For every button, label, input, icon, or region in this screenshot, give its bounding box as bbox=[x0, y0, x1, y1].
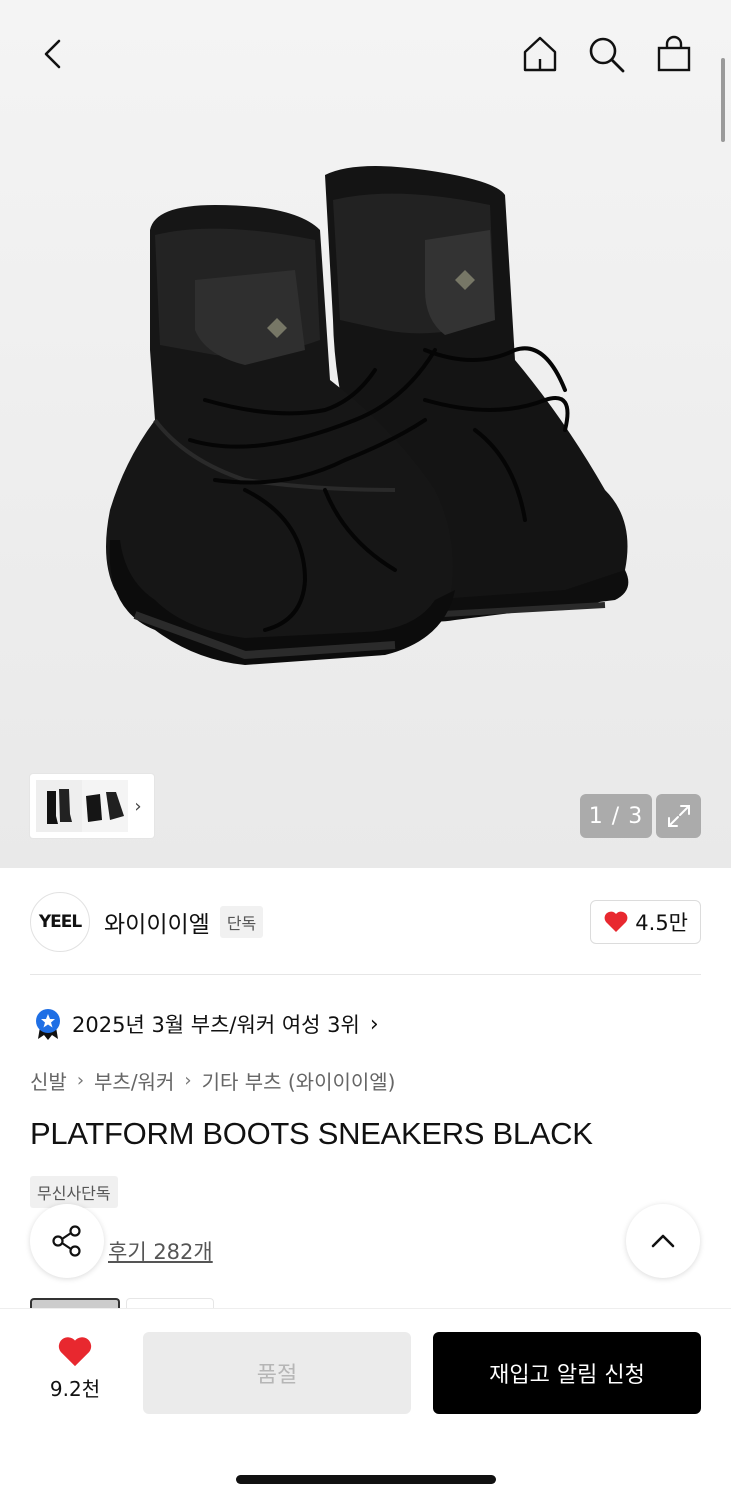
home-icon bbox=[523, 36, 557, 72]
heart-icon bbox=[604, 911, 628, 932]
like-count: 9.2천 bbox=[49, 1377, 101, 1401]
search-button[interactable] bbox=[582, 30, 630, 78]
breadcrumb-separator-icon: › bbox=[184, 1070, 192, 1091]
page-indicator: 1 / 3 bbox=[580, 794, 652, 838]
shopping-bag-icon bbox=[657, 35, 691, 72]
brand-like-button[interactable]: 4.5만 bbox=[590, 900, 701, 944]
breadcrumb: 신발 › 부츠/워커 › 기타 부츠 (와이이이엘) bbox=[30, 1066, 395, 1095]
thumbnail-1[interactable] bbox=[36, 780, 82, 832]
bottom-action-bar: 9.2천 품절 재입고 알림 신청 bbox=[0, 1308, 731, 1500]
ranking-badge-icon bbox=[36, 1009, 60, 1040]
share-button[interactable] bbox=[30, 1204, 104, 1278]
reviews-link[interactable]: 후기 282개 bbox=[108, 1236, 213, 1266]
restock-alert-button[interactable]: 재입고 알림 신청 bbox=[433, 1332, 701, 1414]
ranking-link[interactable]: 2025년 3월 부츠/워커 여성 3위 › bbox=[34, 1006, 379, 1042]
breadcrumb-separator-icon: › bbox=[76, 1070, 85, 1091]
back-button[interactable] bbox=[30, 30, 78, 78]
expand-button[interactable] bbox=[656, 794, 701, 838]
scroll-top-button[interactable] bbox=[626, 1204, 700, 1278]
thumbnail-2[interactable] bbox=[82, 780, 128, 832]
thumbnail-next-icon[interactable]: › bbox=[128, 796, 148, 817]
soldout-button: 품절 bbox=[143, 1332, 411, 1414]
brand-row[interactable]: YEEL 와이이이엘 단독 4.5만 bbox=[30, 892, 701, 952]
like-button[interactable]: 9.2천 bbox=[30, 1335, 120, 1402]
divider bbox=[30, 974, 701, 975]
exclusive-badge: 무신사단독 bbox=[30, 1176, 118, 1208]
thumbnail-strip[interactable]: › bbox=[30, 774, 154, 838]
heart-icon bbox=[58, 1337, 92, 1367]
brand-name[interactable]: 와이이이엘 bbox=[104, 905, 210, 939]
cart-button[interactable] bbox=[650, 30, 698, 78]
search-icon bbox=[589, 37, 625, 73]
product-gallery[interactable]: › 1 / 3 bbox=[0, 0, 731, 868]
home-indicator bbox=[236, 1475, 496, 1484]
chevron-up-icon bbox=[651, 1234, 675, 1248]
chevron-left-icon bbox=[44, 39, 61, 69]
ranking-text: 2025년 3월 부츠/워커 여성 3위 bbox=[72, 1013, 360, 1037]
product-image bbox=[106, 166, 629, 665]
breadcrumb-item-brand-category[interactable]: 기타 부츠 (와이이이엘) bbox=[202, 1066, 396, 1095]
share-icon bbox=[52, 1225, 81, 1257]
home-button[interactable] bbox=[516, 30, 564, 78]
ranking-chevron-icon: › bbox=[369, 1011, 379, 1037]
product-title: PLATFORM BOOTS SNEAKERS BLACK bbox=[30, 1116, 593, 1151]
breadcrumb-item-category[interactable]: 신발 bbox=[30, 1066, 67, 1095]
brand-logo[interactable]: YEEL bbox=[30, 892, 90, 952]
scrollbar[interactable] bbox=[721, 58, 725, 142]
breadcrumb-item-subcategory[interactable]: 부츠/워커 bbox=[94, 1066, 174, 1095]
brand-tag: 단독 bbox=[219, 906, 264, 938]
brand-like-count: 4.5만 bbox=[635, 911, 688, 935]
expand-icon bbox=[667, 805, 690, 827]
